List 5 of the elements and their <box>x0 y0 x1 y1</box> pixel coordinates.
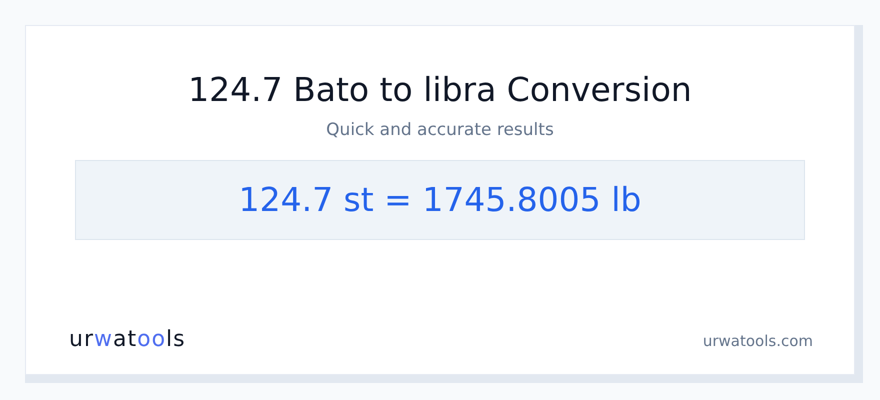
page-title: 124.7 Bato to libra Conversion <box>188 70 692 110</box>
logo: urwatools <box>69 326 186 354</box>
conversion-result: 124.7 st = 1745.8005 lb <box>238 178 642 221</box>
site-url: urwatools.com <box>702 330 813 352</box>
subtitle: Quick and accurate results <box>326 119 554 142</box>
